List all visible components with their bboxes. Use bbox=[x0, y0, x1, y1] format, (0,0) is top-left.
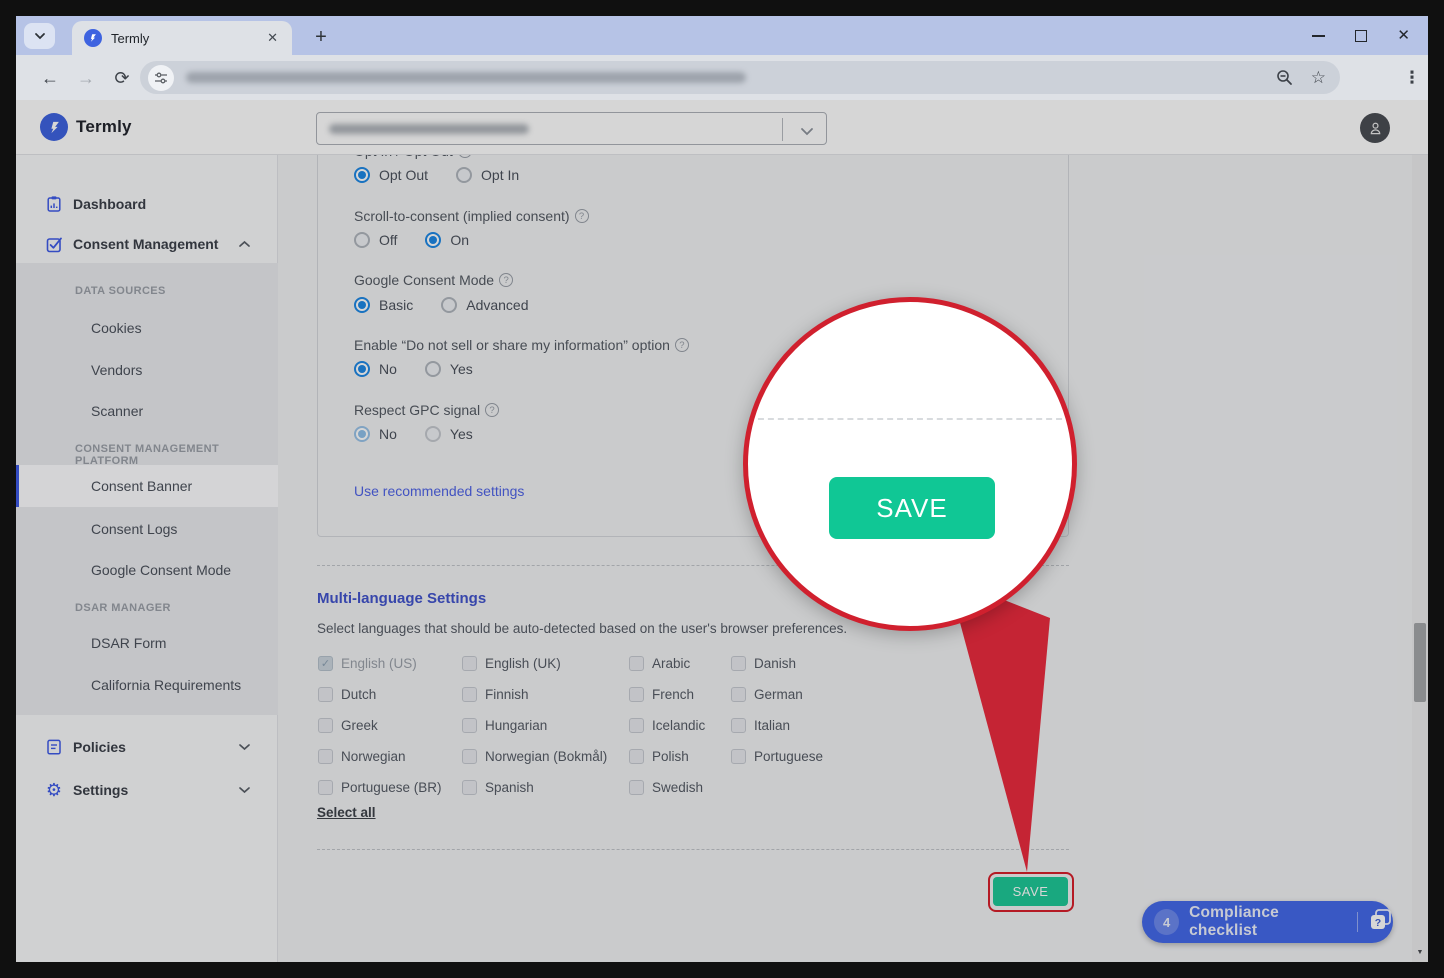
browser-tab[interactable]: Termly ✕ bbox=[72, 21, 292, 55]
zoom-out-icon[interactable] bbox=[1276, 69, 1293, 86]
desktop-background: Termly ✕ + ✕ ← → ⟳ ☆ bbox=[0, 0, 1444, 978]
forward-button[interactable]: → bbox=[74, 66, 98, 90]
tutorial-dim-overlay bbox=[16, 100, 1428, 962]
tab-search-button[interactable] bbox=[24, 23, 55, 49]
address-bar[interactable]: ☆ bbox=[140, 61, 1340, 94]
redacted-url-text bbox=[186, 72, 746, 83]
back-button[interactable]: ← bbox=[38, 66, 62, 90]
browser-toolbar: ← → ⟳ ☆ ⋮ bbox=[16, 55, 1428, 100]
new-tab-button[interactable]: + bbox=[308, 24, 334, 50]
close-button[interactable]: ✕ bbox=[1397, 28, 1410, 43]
chevron-down-icon bbox=[34, 32, 46, 40]
tab-title: Termly bbox=[111, 31, 263, 46]
magnified-save-button: SAVE bbox=[829, 477, 995, 539]
minimize-button[interactable] bbox=[1312, 35, 1325, 37]
browser-window: Termly ✕ + ✕ ← → ⟳ ☆ bbox=[16, 16, 1428, 962]
browser-titlebar: Termly ✕ + ✕ bbox=[16, 16, 1428, 55]
reload-button[interactable]: ⟳ bbox=[110, 66, 134, 90]
browser-menu-button[interactable]: ⋮ bbox=[1400, 66, 1424, 90]
window-controls: ✕ bbox=[1312, 16, 1418, 55]
magnifier-callout-circle: SAVE bbox=[743, 297, 1077, 631]
termly-favicon-icon bbox=[84, 29, 102, 47]
site-settings-icon[interactable] bbox=[148, 65, 174, 91]
magnified-dashed-divider bbox=[748, 418, 1072, 420]
tab-close-icon[interactable]: ✕ bbox=[263, 28, 282, 48]
termly-app: Termly Dashboard bbox=[16, 100, 1428, 962]
maximize-button[interactable] bbox=[1355, 30, 1367, 42]
bookmark-star-icon[interactable]: ☆ bbox=[1311, 68, 1326, 88]
